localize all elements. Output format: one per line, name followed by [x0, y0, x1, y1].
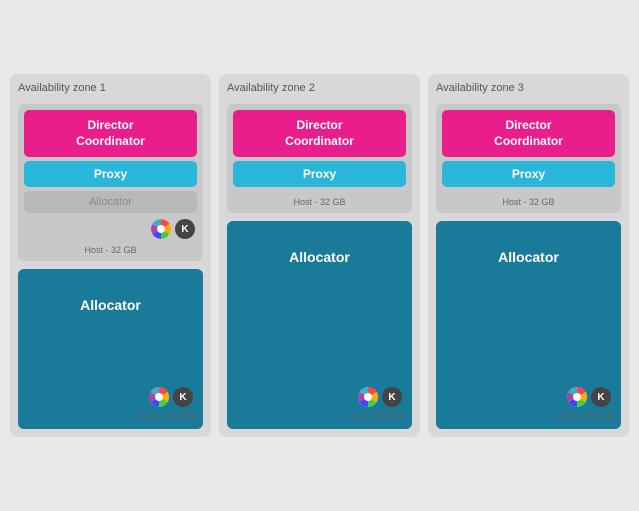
zone2-allocator-label: Allocator	[235, 249, 404, 265]
zone1-director-coordinator: DirectorCoordinator	[24, 110, 197, 157]
zone2-proxy: Proxy	[233, 161, 406, 187]
zone2-allocator-card: Allocator	[227, 221, 412, 429]
zone3-title: Availability zone 3	[436, 82, 621, 94]
zone2-allocator-k-icon: K	[382, 387, 402, 407]
zone3-allocator-card: Allocator	[436, 221, 621, 429]
zone2-allocator-bottom: K Host - 256 GB	[235, 385, 404, 421]
zone2-allocator-color-wheel-icon	[358, 387, 378, 407]
zone1-proxy: Proxy	[24, 161, 197, 187]
zone2-host-card: DirectorCoordinator Proxy Host - 32 GB	[227, 104, 412, 213]
zone1-allocator-icons: K	[149, 385, 195, 407]
availability-zone-2: Availability zone 2 DirectorCoordinator …	[219, 74, 420, 437]
zone2-host-label: Host - 32 GB	[233, 195, 406, 207]
zone3-allocator-bottom: K Host - 256 GB	[444, 385, 613, 421]
zone1-allocator-bottom: K Host - 256 GB	[26, 385, 195, 421]
zone3-host-label: Host - 32 GB	[442, 195, 615, 207]
zone1-allocator-small: Allocator	[24, 191, 197, 213]
zone3-allocator-host-label: Host - 256 GB	[556, 409, 613, 421]
zone2-allocator-icons: K	[358, 385, 404, 407]
zone1-allocator-host-label: Host - 256 GB	[138, 409, 195, 421]
zone1-allocator-color-wheel-icon	[149, 387, 169, 407]
zone3-allocator-k-icon: K	[591, 387, 611, 407]
zone1-allocator-label: Allocator	[26, 297, 195, 313]
zone1-host-icons: K	[24, 217, 197, 239]
zone1-allocator-card: Allocator	[18, 269, 203, 429]
zone1-host-label: Host - 32 GB	[24, 243, 197, 255]
zone3-allocator-color-wheel-icon	[567, 387, 587, 407]
zone2-allocator-host-label: Host - 256 GB	[347, 409, 404, 421]
zone3-host-card: DirectorCoordinator Proxy Host - 32 GB	[436, 104, 621, 213]
zone1-title: Availability zone 1	[18, 82, 203, 94]
zone3-allocator-label: Allocator	[444, 249, 613, 265]
zone1-allocator-k-icon: K	[173, 387, 193, 407]
zone1-host-card: DirectorCoordinator Proxy Allocator	[18, 104, 203, 261]
zone3-director-coordinator: DirectorCoordinator	[442, 110, 615, 157]
zone3-allocator-icons: K	[567, 385, 613, 407]
availability-zone-1: Availability zone 1 DirectorCoordinator …	[10, 74, 211, 437]
zone2-director-coordinator: DirectorCoordinator	[233, 110, 406, 157]
zone3-proxy: Proxy	[442, 161, 615, 187]
zone1-color-wheel-icon	[151, 219, 171, 239]
zone1-k-icon: K	[175, 219, 195, 239]
availability-zone-3: Availability zone 3 DirectorCoordinator …	[428, 74, 629, 437]
zones-container: Availability zone 1 DirectorCoordinator …	[10, 74, 629, 437]
zone2-title: Availability zone 2	[227, 82, 412, 94]
